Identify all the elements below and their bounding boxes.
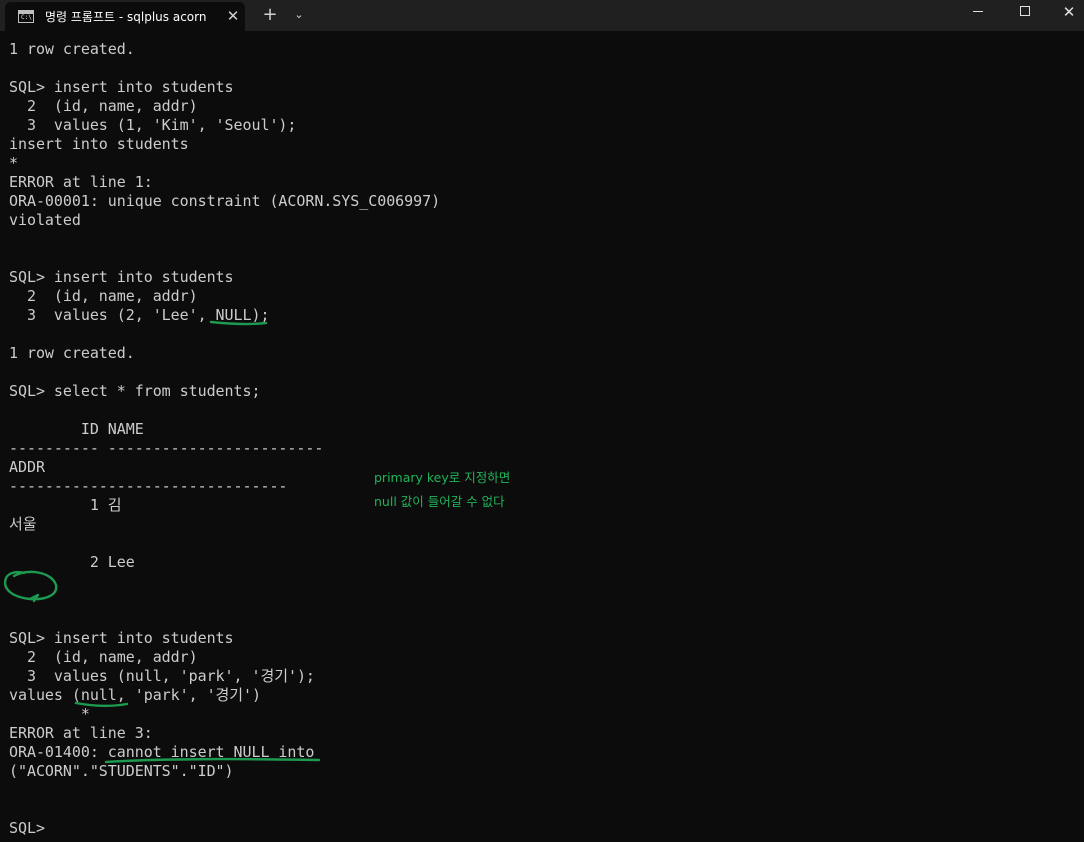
close-window-button[interactable]: ✕ xyxy=(1046,0,1084,24)
console-line: SQL> select * from students; xyxy=(9,382,261,400)
console-line: insert into students xyxy=(9,135,189,153)
annotation-note-line-2: null 값이 들어갈 수 없다 xyxy=(374,494,505,509)
tab-title: 명령 프롬프트 - sqlplus acorn xyxy=(45,10,207,24)
console-line: ERROR at line 3: xyxy=(9,724,153,742)
console-line: 3 values (2, 'Lee', NULL); xyxy=(9,306,270,324)
console-line: 3 values (1, 'Kim', 'Seoul'); xyxy=(9,116,297,134)
console-line: SQL> insert into students xyxy=(9,268,234,286)
console-line: ERROR at line 1: xyxy=(9,173,153,191)
console-line: values (null, 'park', '경기') xyxy=(9,686,262,704)
console-line: 서울 xyxy=(9,515,37,533)
console-line: 3 values (null, 'park', '경기'); xyxy=(9,667,315,685)
console-line: ------------------------------- xyxy=(9,477,288,495)
console-line: 2 Lee xyxy=(9,553,135,571)
command-prompt-icon-text: C:\ xyxy=(21,14,32,21)
command-prompt-icon: C:\ xyxy=(18,10,34,23)
console-line: SQL> insert into students xyxy=(9,78,234,96)
console-line: ADDR xyxy=(9,458,45,476)
console-line: 2 (id, name, addr) xyxy=(9,287,198,305)
chevron-down-icon[interactable]: ⌄ xyxy=(289,4,309,26)
new-tab-button[interactable]: + xyxy=(259,3,281,27)
console-line: 2 (id, name, addr) xyxy=(9,648,198,666)
console-line: ID NAME xyxy=(9,420,144,438)
annotation-note-line-1: primary key로 지정하면 xyxy=(374,470,511,485)
console-line: violated xyxy=(9,211,81,229)
minimize-button[interactable] xyxy=(955,0,1001,24)
console-line: ORA-01400: cannot insert NULL into xyxy=(9,743,315,761)
console-line: ("ACORN"."STUDENTS"."ID") xyxy=(9,762,234,780)
console-line: 1 row created. xyxy=(9,344,135,362)
console-line: 1 row created. xyxy=(9,40,135,58)
console-line: ORA-00001: unique constraint (ACORN.SYS_… xyxy=(9,192,441,210)
console-line: SQL> xyxy=(9,819,45,837)
console-output[interactable]: 1 row created. SQL> insert into students … xyxy=(0,31,1084,842)
close-tab-icon[interactable]: ✕ xyxy=(223,6,243,26)
console-line: * xyxy=(9,154,18,172)
console-line: * xyxy=(9,705,90,723)
console-line: 1 김 xyxy=(9,496,122,514)
maximize-button[interactable] xyxy=(1002,0,1048,24)
console-line: 2 (id, name, addr) xyxy=(9,97,198,115)
console-line: SQL> insert into students xyxy=(9,629,234,647)
maximize-icon xyxy=(1020,6,1030,16)
terminal-tab[interactable]: C:\ 명령 프롬프트 - sqlplus acorn ✕ xyxy=(5,2,245,31)
console-line: ---------- ------------------------ xyxy=(9,439,324,457)
title-bar: C:\ 명령 프롬프트 - sqlplus acorn ✕ + ⌄ ✕ xyxy=(0,0,1084,31)
minimize-icon xyxy=(973,11,983,12)
